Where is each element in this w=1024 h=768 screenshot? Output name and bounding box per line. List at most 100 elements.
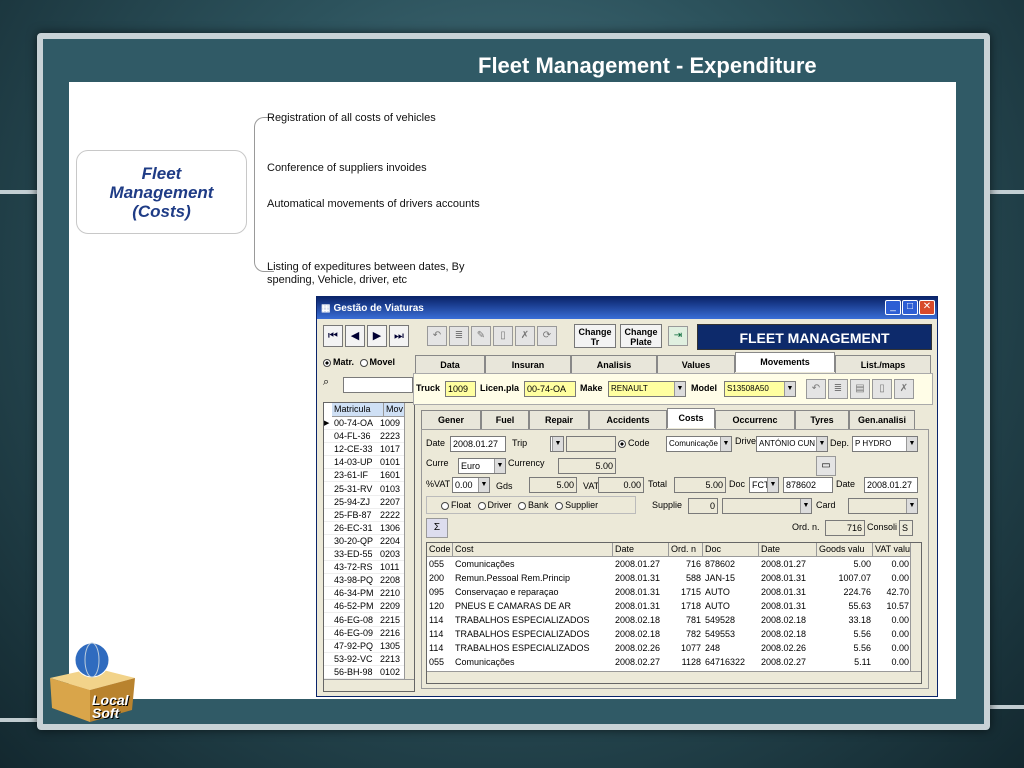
vehicle-row[interactable]: 46-52-PM 2209 xyxy=(324,600,404,614)
tab-values[interactable]: Values xyxy=(657,355,735,375)
subtab-accidents[interactable]: Accidents xyxy=(589,410,667,430)
tab-listmaps[interactable]: List./maps xyxy=(835,355,931,375)
list-icon[interactable]: ≣ xyxy=(828,379,848,399)
edit-icon[interactable]: ✎ xyxy=(471,326,491,346)
code-select[interactable]: Comunicaçõe ▼ xyxy=(666,436,732,452)
cost-row[interactable]: 200 Remun.Pessoal Rem.Princip 2008.01.31 58… xyxy=(427,571,910,585)
minimize-icon[interactable]: _ xyxy=(885,300,901,315)
doc-type-select[interactable]: FCT ▼ xyxy=(749,477,779,493)
goods-field[interactable]: 5.00 xyxy=(529,477,577,493)
delete-icon[interactable]: ✗ xyxy=(515,326,535,346)
vehicle-row[interactable]: 25-94-ZJ 2207 xyxy=(324,496,404,509)
change-truck-button[interactable]: Change Tr xyxy=(574,324,616,348)
vehicle-row[interactable]: 14-03-UP 0101 xyxy=(324,456,404,470)
next-record-icon[interactable]: ▶ xyxy=(367,325,387,347)
radio-bank[interactable] xyxy=(518,501,527,510)
delete-icon[interactable]: ✗ xyxy=(894,379,914,399)
plate-field[interactable]: 00-74-OA xyxy=(524,381,576,397)
subtab-genanalisi[interactable]: Gen.analisi xyxy=(849,410,915,430)
tab-analisis[interactable]: Analisis xyxy=(571,355,657,375)
vehicle-row[interactable]: 25-31-RV 0103 xyxy=(324,483,404,496)
change-plate-button[interactable]: Change Plate xyxy=(620,324,662,348)
cost-row[interactable]: 114 TRABALHOS ESPECIALIZADOS 2008.02.18 781… xyxy=(427,613,910,627)
trip-field[interactable] xyxy=(566,436,616,452)
vehicle-row[interactable]: 53-92-VC 2213 xyxy=(324,653,404,666)
tab-insuran[interactable]: Insuran xyxy=(485,355,571,375)
first-record-icon[interactable]: ⏮ xyxy=(323,325,343,347)
currency-select[interactable]: Euro ▼ xyxy=(458,458,506,474)
subtab-occurrenc[interactable]: Occurrenc xyxy=(715,410,795,430)
vehicle-row[interactable]: 43-72-RS 1011 xyxy=(324,561,404,575)
vehicle-list-hscroll[interactable] xyxy=(324,679,414,691)
vat-value-field[interactable]: 0.00 xyxy=(598,477,644,493)
total-field[interactable]: 5.00 xyxy=(674,477,726,493)
vehicle-row[interactable]: 56-BH-98 0102 xyxy=(324,666,404,679)
vat-percent-select[interactable]: 0.00 ▼ xyxy=(452,477,490,493)
subtab-fuel[interactable]: Fuel xyxy=(481,410,529,430)
radio-movel[interactable] xyxy=(359,358,368,367)
new-icon[interactable]: ▯ xyxy=(493,326,513,346)
tab-data[interactable]: Data xyxy=(415,355,485,375)
refresh-icon[interactable]: ⟳ xyxy=(537,326,557,346)
radio-code[interactable] xyxy=(618,439,626,448)
calculator-icon[interactable]: ▤ xyxy=(850,379,870,399)
exit-icon[interactable]: ⇥ xyxy=(668,326,688,346)
maximize-icon[interactable]: □ xyxy=(902,300,918,315)
vehicle-row[interactable]: 46-34-PM 2210 xyxy=(324,587,404,601)
undo-icon[interactable]: ↶ xyxy=(427,326,447,346)
trip-select[interactable]: ▼ xyxy=(550,436,564,452)
cost-row[interactable]: 095 Conservaçao e reparaçao 2008.01.31 1715… xyxy=(427,585,910,599)
date-field[interactable]: 2008.01.27 xyxy=(450,436,506,452)
col-code[interactable]: Code xyxy=(427,543,453,557)
order-number-field[interactable]: 716 xyxy=(825,520,865,536)
calendar-icon[interactable]: ▭ xyxy=(816,456,836,476)
vehicle-row[interactable]: 23-61-IF 1601 xyxy=(324,469,404,483)
radio-matr[interactable] xyxy=(323,358,331,367)
new-icon[interactable]: ▯ xyxy=(872,379,892,399)
costs-table-hscroll[interactable] xyxy=(427,671,921,683)
model-select[interactable]: S13508A50 ▼ xyxy=(724,381,796,397)
vehicle-row[interactable]: ▶ 00-74-OA 1009 xyxy=(324,417,404,430)
last-record-icon[interactable]: ⏭ xyxy=(389,325,409,347)
radio-supplier[interactable] xyxy=(555,501,564,510)
vehicle-row[interactable]: 47-92-PQ 1305 xyxy=(324,640,404,653)
vehicle-row[interactable]: 25-FB-87 2222 xyxy=(324,509,404,522)
radio-driver[interactable] xyxy=(477,501,486,510)
tab-movements[interactable]: Movements xyxy=(735,352,835,372)
vehicle-row[interactable]: 04-FL-36 2223 xyxy=(324,430,404,444)
col-goodsvalu[interactable]: Goods valu xyxy=(817,543,873,557)
undo-icon[interactable]: ↶ xyxy=(806,379,826,399)
card-select[interactable]: ▼ xyxy=(848,498,918,514)
subtab-tyres[interactable]: Tyres xyxy=(795,410,849,430)
doc-field[interactable]: 878602 xyxy=(783,477,833,493)
cost-row[interactable]: 055 Comunicações 2008.01.27 716 878602 2008.0… xyxy=(427,557,910,571)
col-matricula[interactable]: Matricula xyxy=(332,403,384,417)
subtab-costs[interactable]: Costs xyxy=(667,408,715,428)
vehicle-row[interactable]: 46-EG-08 2215 xyxy=(324,614,404,627)
vehicle-row[interactable]: 46-EG-09 2216 xyxy=(324,627,404,640)
cost-row[interactable]: 114 TRABALHOS ESPECIALIZADOS 2008.02.18 782… xyxy=(427,627,910,641)
vehicle-row[interactable]: 43-98-PQ 2208 xyxy=(324,574,404,588)
vehicle-row[interactable]: 26-EC-31 1306 xyxy=(324,522,404,535)
col-cost[interactable]: Cost xyxy=(453,543,613,557)
doc-date-field[interactable]: 2008.01.27 xyxy=(864,477,918,493)
subtab-repair[interactable]: Repair xyxy=(529,410,589,430)
col-vatvalu[interactable]: VAT valu xyxy=(873,543,911,557)
radio-float[interactable] xyxy=(441,501,449,510)
col-date[interactable]: Date xyxy=(613,543,669,557)
col-ordn[interactable]: Ord. n xyxy=(669,543,703,557)
subtab-gener[interactable]: Gener xyxy=(421,410,481,430)
vehicle-row[interactable]: 12-CE-33 1017 xyxy=(324,443,404,457)
vehicle-row[interactable]: 30-20-QP 2204 xyxy=(324,535,404,548)
cost-row[interactable]: 114 TRABALHOS ESPECIALIZADOS 2008.02.26 107… xyxy=(427,641,910,655)
list-icon[interactable]: ≣ xyxy=(449,326,469,346)
calc-totals-icon[interactable]: Σ xyxy=(426,518,448,538)
make-select[interactable]: RENAULT ▼ xyxy=(608,381,686,397)
currency-amount-field[interactable]: 5.00 xyxy=(558,458,616,474)
col-doc[interactable]: Doc xyxy=(703,543,759,557)
col-date[interactable]: Date xyxy=(759,543,817,557)
dep-select[interactable]: P HYDRO ▼ xyxy=(852,436,918,452)
supplier-select[interactable]: ▼ xyxy=(722,498,812,514)
vehicle-list-scrollbar[interactable] xyxy=(404,403,414,679)
search-input[interactable] xyxy=(343,377,413,393)
